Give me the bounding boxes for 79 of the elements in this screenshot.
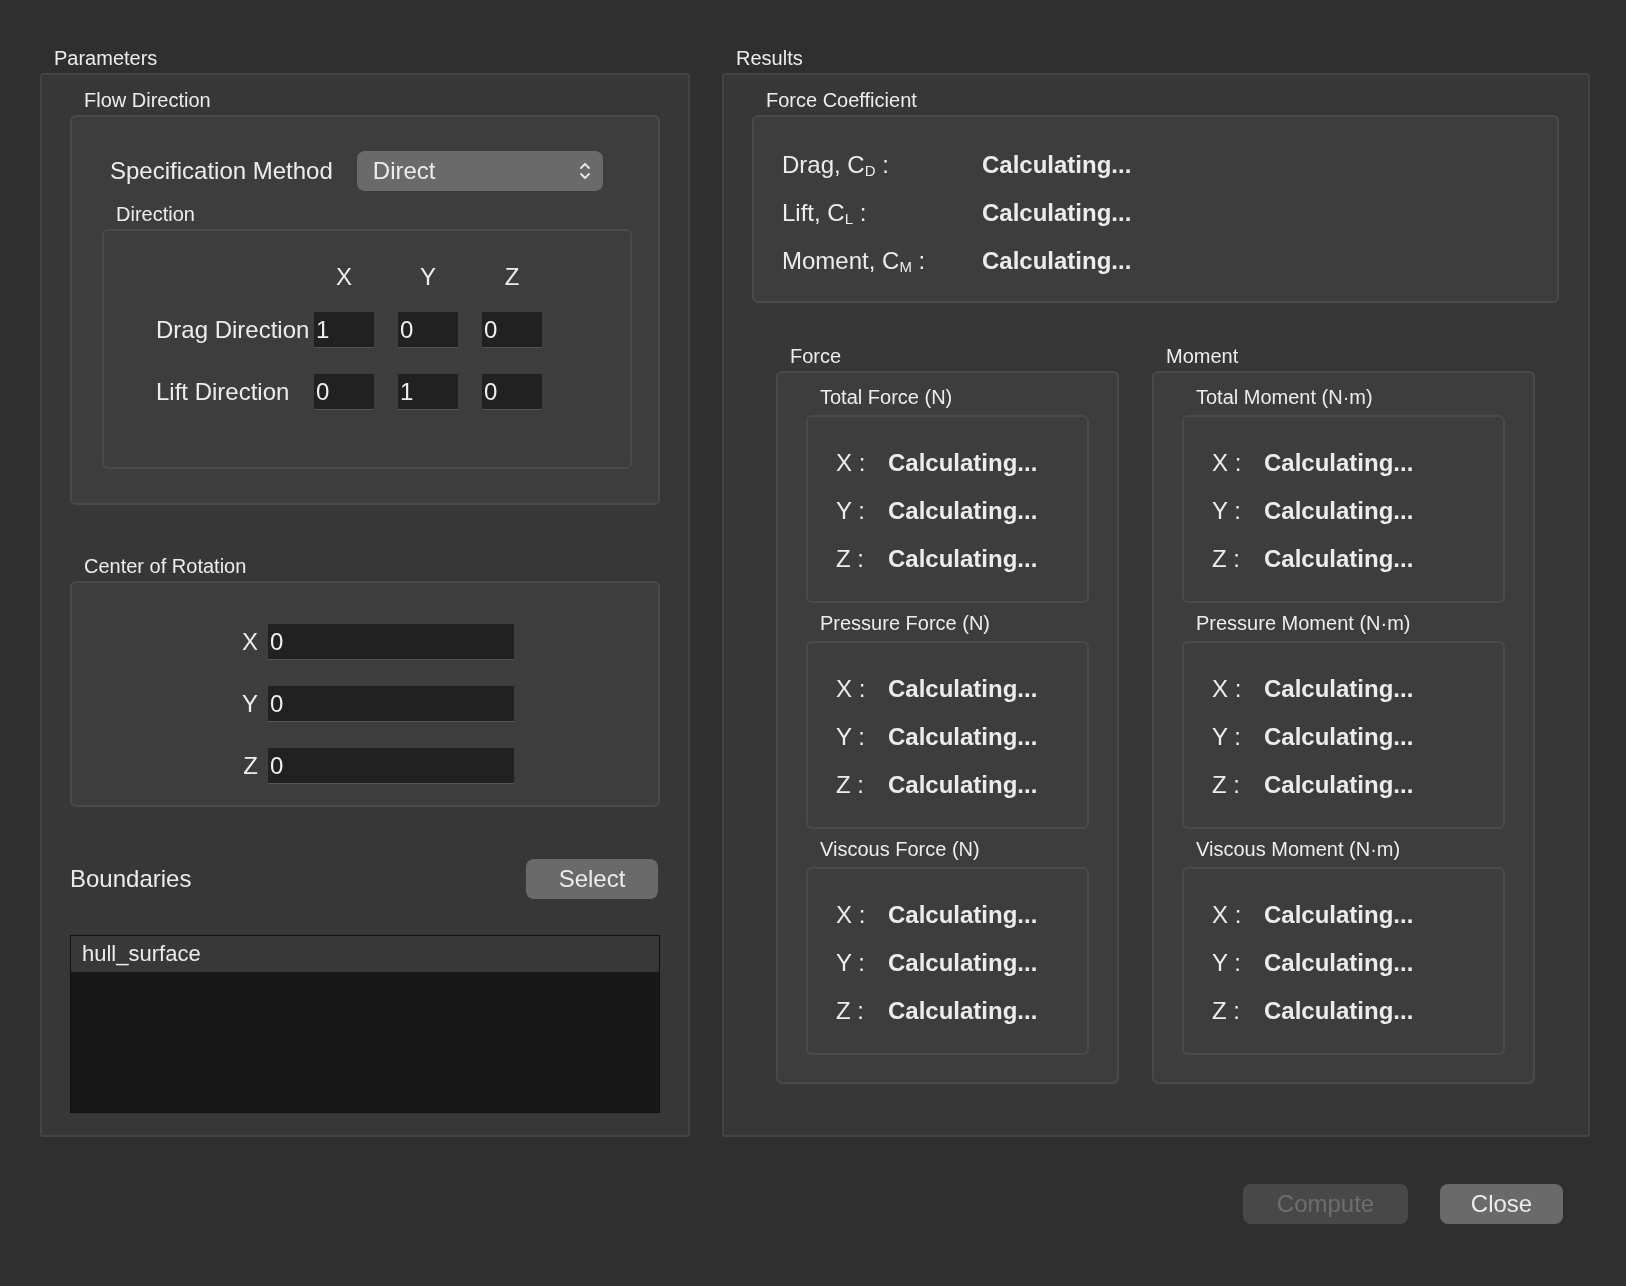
value-text: Calculating...: [888, 997, 1038, 1025]
value-text: Calculating...: [888, 497, 1038, 525]
axis-label: X :: [1212, 675, 1243, 703]
column-header: Z: [503, 263, 521, 291]
group-title: Center of Rotation: [84, 554, 248, 579]
input-field[interactable]: 0: [314, 374, 374, 410]
axis-label: X :: [836, 901, 867, 929]
group-title: Viscous Force (N): [820, 837, 981, 862]
value-text: Calculating...: [888, 545, 1038, 573]
axis-label: Z :: [836, 771, 865, 799]
group-title: Viscous Moment (N·m): [1196, 837, 1402, 862]
input-field[interactable]: 1: [314, 312, 374, 348]
value-text: Calculating...: [888, 771, 1038, 799]
axis-label: X :: [836, 675, 867, 703]
axis-label: X :: [1212, 901, 1243, 929]
group-title: Pressure Moment (N·m): [1196, 611, 1412, 636]
input-field[interactable]: 0: [398, 312, 458, 348]
panel-title: Results: [736, 46, 804, 71]
value-text: Calculating...: [888, 449, 1038, 477]
input-field[interactable]: 0: [482, 374, 542, 410]
value-text: Calculating...: [888, 901, 1038, 929]
input-field[interactable]: 1: [398, 374, 458, 410]
column-header: Y: [419, 263, 437, 291]
coefficient-label: Drag, C$_{D}$ :: [782, 151, 890, 179]
input-field[interactable]: 0: [268, 748, 514, 784]
field-label: Specification Method: [110, 157, 333, 185]
value-text: Calculating...: [1264, 449, 1414, 477]
chevron-up-down-icon: [578, 161, 591, 181]
input-field[interactable]: 0: [268, 686, 514, 722]
value-text: Calculating...: [1264, 723, 1414, 751]
value-text: Calculating...: [888, 723, 1038, 751]
input-field[interactable]: 0: [482, 312, 542, 348]
column-header: X: [335, 263, 353, 291]
dropdown[interactable]: Direct: [356, 151, 603, 191]
group-title: Moment: [1166, 344, 1240, 369]
panel-title: Parameters: [54, 46, 159, 71]
group-title: Flow Direction: [84, 88, 212, 113]
list-item[interactable]: hull_surface: [71, 936, 659, 972]
axis-label: Z :: [1212, 771, 1241, 799]
dialog-button[interactable]: Close: [1440, 1184, 1563, 1224]
axis-label: Z :: [1212, 545, 1241, 573]
axis-label: Z :: [836, 997, 865, 1025]
value-text: Calculating...: [1264, 771, 1414, 799]
coefficient-label: Moment, C$_{M}$ :: [782, 247, 927, 275]
axis-label: X :: [1212, 449, 1243, 477]
axis-label: Y :: [836, 497, 866, 525]
field-label: Y: [241, 690, 259, 718]
group-title: Force Coefficient: [766, 88, 918, 113]
group-title: Direction: [116, 202, 196, 227]
axis-label: Y :: [1212, 723, 1242, 751]
value-text: Calculating...: [888, 675, 1038, 703]
value-text: Calculating...: [1264, 997, 1414, 1025]
value-text: Calculating...: [1264, 545, 1414, 573]
group-title: Pressure Force (N): [820, 611, 992, 636]
value-text: Calculating...: [982, 199, 1132, 227]
value-text: Calculating...: [982, 151, 1132, 179]
row-label: Lift Direction: [155, 378, 291, 406]
field-label: Z: [242, 752, 259, 780]
value-text: Calculating...: [1264, 497, 1414, 525]
value-text: Calculating...: [1264, 675, 1414, 703]
coefficient-label: Lift, C$_{L}$ :: [782, 199, 868, 227]
value-text: Calculating...: [1264, 901, 1414, 929]
axis-label: Z :: [1212, 997, 1241, 1025]
value-text: Calculating...: [888, 949, 1038, 977]
value-text: Calculating...: [1264, 949, 1414, 977]
axis-label: X :: [836, 449, 867, 477]
axis-label: Z :: [836, 545, 865, 573]
input-field[interactable]: 0: [268, 624, 514, 660]
section-label: Boundaries: [70, 865, 192, 893]
axis-label: Y :: [1212, 949, 1242, 977]
group-title: Force: [790, 344, 843, 369]
field-label: X: [241, 628, 259, 656]
group-title: Total Moment (N·m): [1196, 385, 1374, 410]
axis-label: Y :: [836, 723, 866, 751]
axis-label: Y :: [836, 949, 866, 977]
value-text: Calculating...: [982, 247, 1132, 275]
select-button[interactable]: Select: [526, 859, 658, 899]
group-title: Total Force (N): [820, 385, 954, 410]
axis-label: Y :: [1212, 497, 1242, 525]
